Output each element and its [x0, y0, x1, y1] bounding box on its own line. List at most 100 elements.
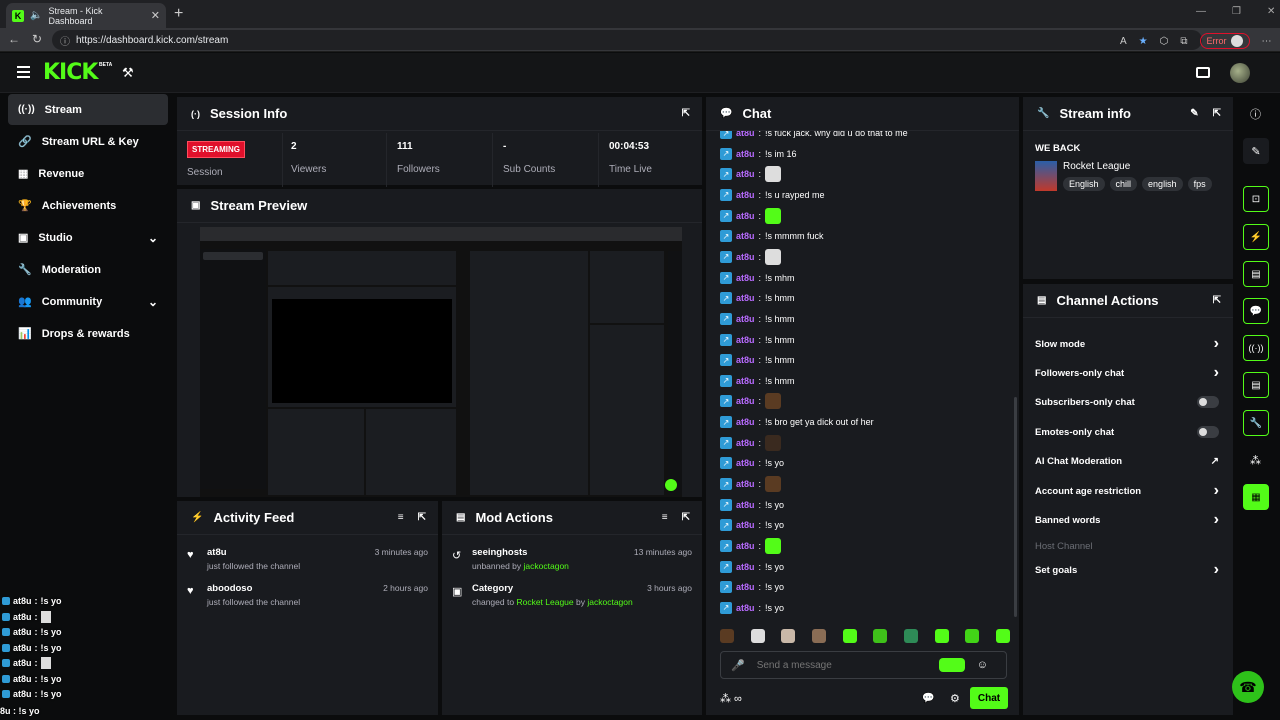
- chat-message[interactable]: ↗ at8u: !s yo: [720, 580, 784, 594]
- chat-username[interactable]: at8u: [736, 335, 755, 345]
- popout-icon[interactable]: ⇱: [682, 108, 690, 119]
- tag[interactable]: english: [1142, 177, 1183, 191]
- rail-mod-actions-icon[interactable]: ▤: [1243, 261, 1269, 287]
- chat-emote-icon[interactable]: [765, 393, 782, 410]
- chat-emote-icon[interactable]: [765, 434, 782, 451]
- chat-message[interactable]: ↗ at8u:: [720, 476, 782, 493]
- chat-input[interactable]: [756, 659, 927, 671]
- chat-username[interactable]: at8u: [736, 417, 755, 427]
- chat-username[interactable]: at8u: [736, 355, 755, 365]
- chat-message[interactable]: ↗ at8u:: [720, 166, 782, 183]
- send-chat-button[interactable]: Chat: [970, 687, 1008, 709]
- emote-icon[interactable]: [842, 629, 857, 643]
- sidebar-item-studio[interactable]: ▣ Studio ⌄: [8, 222, 168, 253]
- channel-action-ai-chat-moderation[interactable]: AI Chat Moderation ↗: [1035, 453, 1219, 469]
- collections-icon[interactable]: ⧉: [1180, 36, 1187, 47]
- new-tab-button[interactable]: +: [174, 5, 183, 23]
- chat-username[interactable]: at8u: [736, 231, 755, 241]
- rail-preview-icon[interactable]: ▦: [1243, 484, 1269, 510]
- filter-icon[interactable]: ≡: [662, 512, 668, 523]
- chat-username[interactable]: at8u: [736, 438, 755, 448]
- chat-username[interactable]: at8u: [736, 396, 755, 406]
- chat-username[interactable]: at8u: [736, 149, 755, 159]
- hammer-icon[interactable]: ⚒: [122, 65, 134, 81]
- kick-logo[interactable]: KICK: [43, 60, 98, 85]
- chat-settings-icon[interactable]: ⚙: [950, 692, 960, 705]
- emote-icon[interactable]: [750, 629, 765, 643]
- window-controls[interactable]: — ❐ ✕: [1196, 6, 1275, 17]
- chat-message[interactable]: ↗ at8u: !s yo: [720, 456, 784, 470]
- chat-messages[interactable]: ↗ at8u: !s fuck jack. why did u do that to…: [706, 131, 1019, 619]
- chat-message[interactable]: ↗ at8u: !s mmmm fuck: [720, 229, 824, 243]
- chat-input-box[interactable]: 🎤 ☺: [720, 651, 1007, 679]
- rail-activity-icon[interactable]: ⚡: [1243, 224, 1269, 250]
- filter-icon[interactable]: ≡: [398, 512, 404, 523]
- channel-action-emotes-only-chat[interactable]: Emotes-only chat: [1035, 424, 1219, 440]
- chat-username[interactable]: at8u: [736, 131, 755, 138]
- popout-icon[interactable]: ⇱: [418, 512, 426, 523]
- chevron-right-icon[interactable]: ›: [1214, 335, 1219, 353]
- rail-chat-icon[interactable]: 💬: [1243, 298, 1269, 324]
- chat-emote-icon[interactable]: [765, 207, 782, 224]
- back-icon[interactable]: ←: [8, 32, 20, 46]
- extensions-icon[interactable]: ⬡: [1160, 36, 1169, 47]
- category-link[interactable]: Rocket League: [516, 597, 573, 607]
- chat-message[interactable]: ↗ at8u:: [720, 207, 782, 224]
- kick-points-icon[interactable]: ⁂ ∞: [720, 692, 742, 705]
- chat-message[interactable]: ↗ at8u: !s hmm: [720, 291, 795, 305]
- hamburger-icon[interactable]: [17, 66, 30, 78]
- chat-username[interactable]: at8u: [736, 582, 755, 592]
- read-aloud-icon[interactable]: A: [1120, 36, 1127, 47]
- chat-message[interactable]: ↗ at8u: !s hmm: [720, 353, 795, 367]
- category-name[interactable]: Rocket League: [1063, 161, 1130, 172]
- rail-stack-icon[interactable]: ▤: [1243, 372, 1269, 398]
- chat-message[interactable]: ↗ at8u:: [720, 248, 782, 265]
- chat-username[interactable]: at8u: [736, 500, 755, 510]
- tag[interactable]: English: [1063, 177, 1105, 191]
- emote-icon[interactable]: [995, 629, 1010, 643]
- chat-scrollbar[interactable]: [1014, 397, 1017, 617]
- chat-message[interactable]: ↗ at8u: !s yo: [720, 560, 784, 574]
- smiley-icon[interactable]: ☺: [977, 659, 988, 671]
- external-link-icon[interactable]: ↗: [1211, 456, 1219, 467]
- emote-icon[interactable]: [811, 629, 826, 643]
- chat-username[interactable]: at8u: [736, 376, 755, 386]
- rail-community-icon[interactable]: ⁂: [1250, 454, 1261, 467]
- reload-icon[interactable]: ↻: [32, 32, 42, 46]
- tag[interactable]: fps: [1187, 177, 1212, 191]
- mute-icon[interactable]: 🔈: [30, 10, 42, 21]
- chat-message[interactable]: ↗ at8u: !s hmm: [720, 374, 795, 388]
- chat-emote-icon[interactable]: [765, 166, 782, 183]
- chat-message[interactable]: ↗ at8u: !s mhm: [720, 271, 795, 285]
- emote-icon[interactable]: [965, 629, 980, 643]
- help-chat-icon[interactable]: ☎: [1232, 671, 1264, 703]
- emote-icon[interactable]: [781, 629, 796, 643]
- chat-message[interactable]: ↗ at8u: !s yo: [720, 498, 784, 512]
- chat-message[interactable]: ↗ at8u: !s u rayped me: [720, 188, 825, 202]
- browser-tab[interactable]: K 🔈 Stream - Kick Dashboard ✕: [6, 3, 166, 28]
- channel-action-set-goals[interactable]: Set goals ›: [1035, 561, 1219, 578]
- toggle-switch[interactable]: [1197, 396, 1219, 408]
- sidebar-item-stream-url-key[interactable]: 🔗 Stream URL & Key: [8, 126, 168, 157]
- chat-username[interactable]: at8u: [736, 273, 755, 283]
- sidebar-item-moderation[interactable]: 🔧 Moderation: [8, 254, 168, 285]
- edit-layout-button[interactable]: ✎: [1243, 138, 1269, 164]
- maximize-icon[interactable]: ❐: [1232, 6, 1241, 17]
- user-avatar[interactable]: [1230, 63, 1250, 83]
- chat-message[interactable]: ↗ at8u: !s hmm: [720, 333, 795, 347]
- channel-action-banned-words[interactable]: Banned words ›: [1035, 511, 1219, 528]
- minimize-icon[interactable]: —: [1196, 6, 1206, 17]
- emote-icon[interactable]: [720, 629, 734, 643]
- error-badge[interactable]: Error: [1199, 33, 1250, 49]
- chat-message[interactable]: ↗ at8u: !s yo: [720, 518, 784, 532]
- chat-message[interactable]: ↗ at8u: !s bro get ya dick out of her: [720, 415, 874, 429]
- chat-username[interactable]: at8u: [736, 562, 755, 572]
- chat-emote-icon[interactable]: [765, 248, 782, 265]
- actor-link[interactable]: jackoctagon: [524, 561, 569, 571]
- chat-message[interactable]: ↗ at8u: !s yo: [720, 601, 784, 615]
- chat-users-icon[interactable]: 💬: [922, 693, 934, 704]
- popout-icon[interactable]: ⇱: [1213, 295, 1221, 306]
- chat-message[interactable]: ↗ at8u:: [720, 393, 782, 410]
- chat-username[interactable]: at8u: [736, 190, 755, 200]
- chevron-right-icon[interactable]: ›: [1214, 364, 1219, 382]
